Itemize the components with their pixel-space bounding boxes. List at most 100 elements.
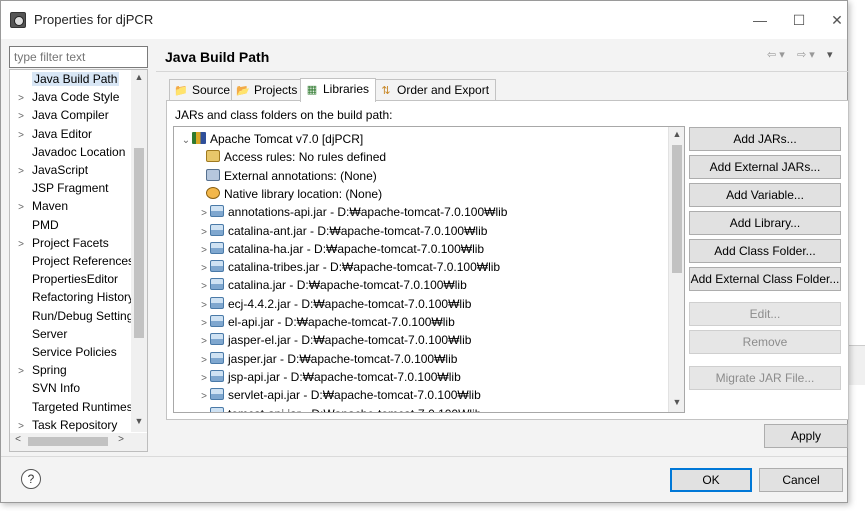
nav-item[interactable]: Javadoc Location bbox=[10, 143, 125, 161]
tree-jar-row[interactable]: > jasper-el.jar - D:₩apache-tomcat-7.0.10… bbox=[198, 331, 471, 349]
nav-item[interactable]: > JavaScript bbox=[10, 161, 88, 179]
tree-expand-chevron-icon[interactable]: > bbox=[198, 242, 210, 260]
nav-item[interactable]: Project References bbox=[10, 252, 134, 270]
tree-expand-chevron-icon[interactable]: > bbox=[198, 333, 210, 351]
nav-item[interactable]: > Java Compiler bbox=[10, 106, 109, 124]
close-button[interactable]: ✕ bbox=[826, 9, 848, 31]
tree-expand-chevron-icon[interactable]: > bbox=[198, 370, 210, 388]
tree-expand-chevron-icon[interactable]: > bbox=[198, 205, 210, 223]
nav-item[interactable]: > Maven bbox=[10, 197, 68, 215]
add-external-jars-button[interactable]: Add External JARs... bbox=[689, 155, 841, 179]
nav-horizontal-scrollbar[interactable]: < > bbox=[10, 433, 147, 451]
tree-root-tomcat[interactable]: ⌄ Apache Tomcat v7.0 [djPCR] bbox=[180, 130, 363, 148]
scroll-left-arrow-icon[interactable]: < bbox=[10, 434, 26, 445]
tab-order-and-export[interactable]: ⇅ Order and Export bbox=[374, 79, 497, 101]
access-rules-icon bbox=[206, 150, 220, 163]
ok-button[interactable]: OK bbox=[670, 468, 752, 492]
tree-jar-row[interactable]: > catalina-ha.jar - D:₩apache-tomcat-7.0.… bbox=[198, 240, 484, 258]
migrate-jar-button[interactable]: Migrate JAR File... bbox=[689, 366, 841, 390]
title-bar: Properties for djPCR — ☐ ✕ bbox=[1, 1, 847, 39]
remove-button[interactable]: Remove bbox=[689, 330, 841, 354]
nav-item-label: PMD bbox=[32, 217, 59, 232]
nav-hscroll-thumb[interactable] bbox=[28, 437, 108, 446]
nav-item[interactable]: > Project Facets bbox=[10, 234, 109, 252]
tree-scroll-thumb[interactable] bbox=[672, 145, 682, 273]
tree-jar-row[interactable]: > catalina-tribes.jar - D:₩apache-tomcat-… bbox=[198, 258, 500, 276]
tree-jar-row[interactable]: > el-api.jar - D:₩apache-tomcat-7.0.100₩l… bbox=[198, 313, 455, 331]
tab-projects[interactable]: 📂 Projects bbox=[231, 79, 305, 101]
apply-button[interactable]: Apply bbox=[764, 424, 848, 448]
tree-jar-row[interactable]: > servlet-api.jar - D:₩apache-tomcat-7.0.… bbox=[198, 386, 481, 404]
tree-row-label: el-api.jar - D:₩apache-tomcat-7.0.100₩li… bbox=[228, 315, 455, 329]
back-arrow-icon[interactable]: ⇦ ▾ bbox=[767, 48, 785, 61]
edit-button[interactable]: Edit... bbox=[689, 302, 841, 326]
tree-jar-row[interactable]: > ecj-4.4.2.jar - D:₩apache-tomcat-7.0.10… bbox=[198, 295, 471, 313]
help-icon[interactable]: ? bbox=[21, 469, 41, 489]
maximize-button[interactable]: ☐ bbox=[788, 9, 810, 31]
forward-arrow-icon[interactable]: ⇨ ▾ bbox=[797, 48, 815, 61]
library-tree[interactable]: > tomcat-api.jar - D:₩apache-tomcat-7.0.1… bbox=[173, 126, 685, 413]
scroll-up-arrow-icon[interactable]: ▲ bbox=[669, 129, 684, 139]
tab-source[interactable]: 📁 Source bbox=[169, 79, 238, 101]
expand-chevron-icon[interactable]: > bbox=[10, 363, 32, 381]
tree-jar-row[interactable]: > jasper.jar - D:₩apache-tomcat-7.0.100₩l… bbox=[198, 350, 457, 368]
nav-item[interactable]: > Java Editor bbox=[10, 125, 92, 143]
add-jars-button[interactable]: Add JARs... bbox=[689, 127, 841, 151]
tree-expand-chevron-icon[interactable]: > bbox=[198, 224, 210, 242]
expand-chevron-icon[interactable]: > bbox=[10, 127, 32, 145]
tree-vertical-scrollbar[interactable]: ▲ ▼ bbox=[668, 127, 684, 412]
add-external-class-folder-button[interactable]: Add External Class Folder... bbox=[689, 267, 841, 291]
add-variable-button[interactable]: Add Variable... bbox=[689, 183, 841, 207]
view-menu-chevron-icon[interactable]: ▾ bbox=[827, 48, 833, 61]
nav-item[interactable]: Service Policies bbox=[10, 343, 117, 361]
scroll-right-arrow-icon[interactable]: > bbox=[113, 434, 129, 445]
jar-file-icon bbox=[210, 406, 224, 412]
filter-input[interactable] bbox=[9, 46, 148, 68]
add-class-folder-button[interactable]: Add Class Folder... bbox=[689, 239, 841, 263]
add-library-button[interactable]: Add Library... bbox=[689, 211, 841, 235]
nav-item[interactable]: PropertiesEditor bbox=[10, 270, 118, 288]
expand-chevron-icon[interactable]: > bbox=[10, 236, 32, 254]
minimize-button[interactable]: — bbox=[749, 9, 771, 31]
tree-attribute-row[interactable]: Native library location: (None) bbox=[206, 185, 382, 203]
cancel-button[interactable]: Cancel bbox=[759, 468, 843, 492]
nav-item[interactable]: PMD bbox=[10, 216, 59, 234]
tree-jar-row[interactable]: > tomcat-api.jar - D:₩apache-tomcat-7.0.1… bbox=[198, 405, 481, 413]
tree-jar-row[interactable]: > annotations-api.jar - D:₩apache-tomcat-… bbox=[198, 203, 507, 221]
expand-chevron-icon[interactable]: > bbox=[10, 199, 32, 217]
expand-chevron-icon[interactable]: > bbox=[10, 90, 32, 108]
tree-expand-chevron-icon[interactable]: > bbox=[198, 352, 210, 370]
nav-item[interactable]: Java Build Path bbox=[10, 70, 120, 88]
tree-jar-row[interactable]: > catalina.jar - D:₩apache-tomcat-7.0.100… bbox=[198, 276, 467, 294]
nav-item[interactable]: Run/Debug Settings bbox=[10, 307, 139, 325]
tree-expand-chevron-icon[interactable]: > bbox=[198, 260, 210, 278]
scroll-down-arrow-icon[interactable]: ▼ bbox=[669, 397, 684, 407]
tree-attribute-row[interactable]: External annotations: (None) bbox=[206, 167, 377, 185]
nav-scroll-thumb[interactable] bbox=[134, 148, 144, 338]
tree-expand-chevron-icon[interactable]: > bbox=[198, 278, 210, 296]
scroll-down-arrow-icon[interactable]: ▼ bbox=[131, 416, 147, 426]
nav-item[interactable]: Refactoring History bbox=[10, 288, 134, 306]
property-page-tree[interactable]: > Task Repository Targeted Runtimes SVN Inf… bbox=[9, 69, 148, 452]
tree-expand-chevron-icon[interactable]: > bbox=[198, 297, 210, 315]
nav-item[interactable]: SVN Info bbox=[10, 379, 80, 397]
nav-item[interactable]: JSP Fragment bbox=[10, 179, 108, 197]
build-path-caption: JARs and class folders on the build path… bbox=[175, 108, 393, 122]
tree-expand-chevron-icon[interactable]: > bbox=[198, 388, 210, 406]
tree-attribute-row[interactable]: Access rules: No rules defined bbox=[206, 148, 386, 166]
expand-chevron-icon[interactable]: > bbox=[10, 163, 32, 181]
tree-expand-chevron-icon[interactable]: > bbox=[198, 315, 210, 333]
tab-libraries[interactable]: ▦ Libraries bbox=[300, 78, 377, 102]
tree-expand-chevron-icon[interactable]: ⌄ bbox=[180, 132, 192, 150]
expand-chevron-icon[interactable]: > bbox=[10, 108, 32, 126]
nav-vertical-scrollbar[interactable]: ▲ ▼ bbox=[131, 70, 147, 432]
nav-item[interactable]: Server bbox=[10, 325, 67, 343]
tree-jar-row[interactable]: > jsp-api.jar - D:₩apache-tomcat-7.0.100₩… bbox=[198, 368, 461, 386]
nav-item[interactable]: > Task Repository bbox=[10, 416, 117, 434]
tree-jar-row[interactable]: > catalina-ant.jar - D:₩apache-tomcat-7.0… bbox=[198, 222, 487, 240]
tree-expand-chevron-icon[interactable]: > bbox=[198, 407, 210, 413]
nav-item[interactable]: > Java Code Style bbox=[10, 88, 119, 106]
nav-item[interactable]: Targeted Runtimes bbox=[10, 398, 133, 416]
nav-item[interactable]: > Spring bbox=[10, 361, 67, 379]
scroll-up-arrow-icon[interactable]: ▲ bbox=[131, 72, 147, 82]
